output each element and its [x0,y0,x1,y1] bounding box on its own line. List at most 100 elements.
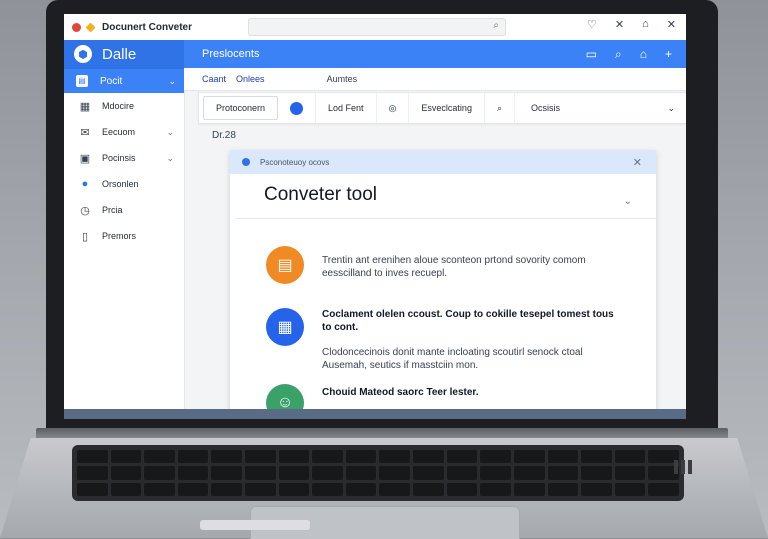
sidebar-item-label: Premors [102,231,137,241]
sidebar-item-label: Orsonlen [102,179,139,189]
keyboard-key [513,482,545,496]
close-icon[interactable]: ✕ [667,18,676,31]
feature-title: Chouid Mateod saorc Teer lester. [322,387,479,398]
close-icon[interactable]: ✕ [615,18,624,31]
tab-onlees[interactable]: Onlees [236,74,265,84]
tab-aumtes[interactable]: Aumtes [327,74,358,84]
keyboard-key [581,466,612,480]
feature-text: Clodoncecinois donit mante incloating sc… [322,347,583,371]
keyboard-key [177,466,209,480]
chevron-down-icon: ⌄ [166,152,174,163]
divider [236,218,656,219]
mail-icon: ✉ [80,126,90,139]
search-icon[interactable]: ⌕ [615,47,622,62]
heart-icon[interactable]: ♡ [587,18,597,31]
search-icon[interactable]: ⌕ [493,20,499,31]
keyboard-key [245,482,276,496]
tab-caant[interactable]: Caant [202,74,226,84]
keyboard-key [446,466,478,480]
keyboard-key [110,466,142,480]
sidebar-item-eecuom[interactable]: ✉ Eecuom ⌄ [64,119,184,145]
home-icon[interactable]: ⌂ [640,47,647,62]
clock-icon: ◷ [80,204,90,217]
sidebar-item-pocit[interactable]: ▤ Pocit ⌄ [64,68,184,93]
panel-header: Psconoteuoy ocovs ✕ [230,150,656,174]
chevron-down-icon: ⌄ [168,75,176,86]
panel-header-label: Psconoteuoy ocovs [260,157,330,167]
date-label: Dr.28 [212,130,236,141]
protoconern-button[interactable]: Protoconern [203,96,279,120]
keyboard-key [413,482,444,496]
title-search-input[interactable]: ⌕ [248,18,506,36]
sidebar-item-orsonlen[interactable]: ● Orsonlen [64,171,184,197]
keyboard-key [345,466,377,480]
screen: Docunert Conveter ⌕ ♡ ✕ ⌂ ✕ ⬢ Dalle ▤ Po… [64,14,686,419]
sidebar-item-prcia[interactable]: ◷ Prcia [64,197,184,223]
tab-bar: Caant Onlees Aumtes [184,68,686,91]
brand-name: Dalle [102,45,137,63]
bookmark-icon: ▯ [81,230,89,243]
chevron-down-icon: ⌄ [166,126,174,137]
image-icon: ▣ [79,152,91,165]
header-title: Preslocents [202,48,260,60]
header-bar: Preslocents ▭ ⌕ ⌂ + [184,40,686,68]
ocsisis-select[interactable]: Ocsisis ⌄ [515,103,686,114]
keyboard-key [211,482,243,496]
keyboard-key [211,450,243,464]
keyboard-key [614,482,646,496]
keyboard-key [581,450,612,464]
chevron-down-icon[interactable]: ⌄ [624,196,632,207]
keyboard-key [446,450,478,464]
lod-fent-button[interactable]: Lod Fent [316,93,377,123]
keyboard-key [379,466,411,480]
keyboard-key [77,466,108,480]
keyboard-key [513,466,545,480]
esveclcating-button[interactable]: Esveclcating [409,93,485,123]
keyboard-key [345,482,377,496]
add-icon[interactable]: + [665,47,672,62]
keyboard [72,445,684,501]
keyboard-key [245,466,276,480]
close-icon[interactable]: ✕ [633,156,642,169]
search-icon[interactable]: ⌕ [485,93,515,123]
keyboard-key [413,466,444,480]
home-icon[interactable]: ⌂ [642,18,649,31]
laptop-front-notch [200,520,310,530]
keyboard-key [413,450,444,464]
panel-status-dot [242,158,250,166]
keyboard-key [480,466,511,480]
keyboard-key [77,450,108,464]
window-controls: ♡ ✕ ⌂ ✕ [587,18,676,31]
keyboard-key [144,450,175,464]
keyboard-key [379,450,411,464]
document-icon[interactable]: ▭ [586,47,597,62]
keyboard-key [278,466,310,480]
sidebar-item-label: Mdocire [102,101,135,111]
keyboard-key [379,482,411,496]
globe-icon[interactable] [278,93,317,123]
brand: ⬢ Dalle [64,40,184,68]
close-dot[interactable] [72,22,81,32]
check-circle-icon: ● [81,178,89,190]
calendar-icon: ▦ [266,308,304,346]
keyboard-key [245,450,276,464]
sidebar-item-premors[interactable]: ▯ Premors [64,223,184,249]
keyboard-key [513,450,545,464]
titlebar: Docunert Conveter ⌕ ♡ ✕ ⌂ ✕ [64,14,686,41]
keyboard-key [648,482,679,496]
keyboard-key [278,482,310,496]
toolbar: Protoconern Lod Fent ◎ Esveclcating ⌕ Oc… [198,92,686,124]
keyboard-key [177,482,209,496]
window-title: Docunert Conveter [102,21,193,33]
keyboard-key [144,482,175,496]
sidebar-item-pocinsis[interactable]: ▣ Pocinsis ⌄ [64,145,184,171]
header-actions: ▭ ⌕ ⌂ + [586,47,672,62]
keyboard-key [312,482,343,496]
sidebar-item-label: Eecuom [102,127,136,137]
feature-text: Trentin ant erenihen aloue sconteon prto… [322,255,586,279]
keyboard-key [547,466,579,480]
signal-icon[interactable]: ◎ [377,93,410,123]
side-ports [674,460,692,474]
keyboard-key [144,466,175,480]
sidebar-item-mdocire[interactable]: ▦ Mdocire [64,93,184,119]
